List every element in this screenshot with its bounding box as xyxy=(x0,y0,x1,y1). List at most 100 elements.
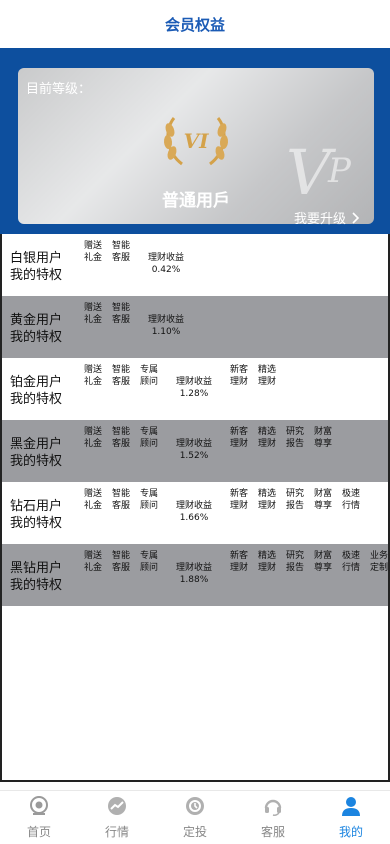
yield-value: 1.10% xyxy=(151,327,181,337)
tab-invest[interactable]: 定投 xyxy=(156,791,234,844)
bottom-tab-bar: 首页 行情 定投 客服 我的 xyxy=(0,790,390,844)
tab-headset[interactable]: 客服 xyxy=(234,791,312,844)
yield-label: 理财收益 xyxy=(175,501,212,511)
privilege-item: 业务定制 xyxy=(370,551,389,573)
privilege-item: 极速行情 xyxy=(342,489,361,511)
tier-name: 白银用户 我的特权 xyxy=(10,250,78,284)
privilege-item: 赠送礼金 xyxy=(84,303,103,325)
privilege-item: 研究报告 xyxy=(286,489,305,511)
emblem-text: VI xyxy=(184,129,210,153)
yield-label: 理财收益 xyxy=(175,439,212,449)
tier-title: 白银用户 xyxy=(10,251,63,266)
privilege-table: 白银用户 我的特权 赠送礼金 智能客服 理财收益 0.42% 黄金用户 我的特权 赠送礼金 智能客… xyxy=(0,234,390,782)
top-bar: 会员权益 xyxy=(0,0,390,48)
tier-title: 钻石用户 xyxy=(10,499,63,514)
yield-label: 理财收益 xyxy=(175,563,212,573)
privilege-item: 新客理财 xyxy=(230,551,249,573)
yield-cell: 理财收益 1.52% xyxy=(164,438,224,462)
privilege-item: 财富尊享 xyxy=(314,489,333,511)
tab-market[interactable]: 行情 xyxy=(78,791,156,844)
chevron-right-icon xyxy=(352,211,360,224)
privilege-item: 专属顾问 xyxy=(140,365,159,387)
tier-row: 黑钻用户 我的特权 赠送礼金 智能客服 专属顾问 理财收益 1.88% 新客理财 精选理财 研究报… xyxy=(2,544,388,606)
tab-label: 首页 xyxy=(26,825,51,839)
yield-value: 1.88% xyxy=(179,575,209,585)
privilege-item: 极速行情 xyxy=(342,551,361,573)
tab-label: 定投 xyxy=(182,825,207,839)
tier-row: 钻石用户 我的特权 赠送礼金 智能客服 专属顾问 理财收益 1.66% 新客理财 精选理财 研究报… xyxy=(2,482,388,544)
svg-text:P: P xyxy=(327,151,352,191)
privilege-item: 赠送礼金 xyxy=(84,427,103,449)
yield-value: 1.28% xyxy=(179,389,209,399)
tab-label: 客服 xyxy=(260,825,285,839)
member-banner: 目前等级： VI V P 普通用戶 我要升级 xyxy=(0,48,390,234)
privilege-item: 精选理财 xyxy=(258,365,277,387)
tier-name: 黄金用户 我的特权 xyxy=(10,312,78,346)
privilege-item: 新客理财 xyxy=(230,427,249,449)
yield-label: 理财收益 xyxy=(147,315,184,325)
page-title: 会员权益 xyxy=(164,15,225,34)
tab-label: 行情 xyxy=(104,825,129,839)
privilege-item: 精选理财 xyxy=(258,427,277,449)
headset-icon xyxy=(262,795,284,821)
privilege-item: 财富尊享 xyxy=(314,551,333,573)
invest-icon xyxy=(184,795,206,821)
privilege-item: 研究报告 xyxy=(286,427,305,449)
yield-cell: 理财收益 1.28% xyxy=(164,376,224,400)
home-icon xyxy=(28,795,50,821)
tier-title: 黑金用户 xyxy=(10,437,63,452)
tier-row: 白银用户 我的特权 赠送礼金 智能客服 理财收益 0.42% xyxy=(2,234,388,296)
tier-title: 黄金用户 xyxy=(10,313,63,328)
market-icon xyxy=(106,795,128,821)
privilege-item: 赠送礼金 xyxy=(84,551,103,573)
tier-subtitle: 我的特权 xyxy=(10,392,63,407)
current-level-label: 目前等级： xyxy=(26,82,92,97)
privilege-item: 财富尊享 xyxy=(314,427,333,449)
yield-cell: 理财收益 1.66% xyxy=(164,500,224,524)
privilege-item: 专属顾问 xyxy=(140,489,159,511)
privilege-item: 智能客服 xyxy=(112,241,131,263)
privilege-item: 智能客服 xyxy=(112,489,131,511)
privilege-item: 新客理财 xyxy=(230,365,249,387)
laurel-emblem-icon: VI xyxy=(163,117,229,166)
yield-value: 1.66% xyxy=(179,513,209,523)
privilege-item: 专属顾问 xyxy=(140,551,159,573)
yield-cell: 理财收益 1.88% xyxy=(164,562,224,586)
tier-row: 黄金用户 我的特权 赠送礼金 智能客服 理财收益 1.10% xyxy=(2,296,388,358)
yield-cell: 理财收益 0.42% xyxy=(136,252,196,276)
membership-card: 目前等级： VI V P 普通用戶 xyxy=(18,68,374,224)
privilege-item: 智能客服 xyxy=(112,303,131,325)
privilege-item: 精选理财 xyxy=(258,489,277,511)
yield-value: 1.52% xyxy=(179,451,209,461)
tab-home[interactable]: 首页 xyxy=(0,791,78,844)
tier-title: 黑钻用户 xyxy=(10,561,63,576)
privilege-item: 智能客服 xyxy=(112,365,131,387)
privilege-item: 赠送礼金 xyxy=(84,489,103,511)
upgrade-button[interactable]: 我要升级 xyxy=(294,208,360,227)
privilege-item: 新客理财 xyxy=(230,489,249,511)
tier-subtitle: 我的特权 xyxy=(10,330,63,345)
privilege-item: 智能客服 xyxy=(112,551,131,573)
tier-subtitle: 我的特权 xyxy=(10,454,63,469)
yield-cell: 理财收益 1.10% xyxy=(136,314,196,338)
tier-subtitle: 我的特权 xyxy=(10,268,63,283)
yield-label: 理财收益 xyxy=(175,377,212,387)
tier-name: 铂金用户 我的特权 xyxy=(10,374,78,408)
privilege-item: 研究报告 xyxy=(286,551,305,573)
tier-name: 钻石用户 我的特权 xyxy=(10,498,78,532)
tier-title: 铂金用户 xyxy=(10,375,63,390)
privilege-item: 专属顾问 xyxy=(140,427,159,449)
user-icon xyxy=(340,795,362,821)
tab-label: 我的 xyxy=(338,825,363,839)
tier-name: 黑金用户 我的特权 xyxy=(10,436,78,470)
tier-subtitle: 我的特权 xyxy=(10,578,63,593)
tier-row: 铂金用户 我的特权 赠送礼金 智能客服 专属顾问 理财收益 1.28% 新客理财 精选理财 xyxy=(2,358,388,420)
yield-label: 理财收益 xyxy=(147,253,184,263)
tier-row: 黑金用户 我的特权 赠送礼金 智能客服 专属顾问 理财收益 1.52% 新客理财 精选理财 研究报… xyxy=(2,420,388,482)
tab-user[interactable]: 我的 xyxy=(312,791,390,844)
tier-subtitle: 我的特权 xyxy=(10,516,63,531)
upgrade-label: 我要升级 xyxy=(294,212,347,227)
tier-name: 黑钻用户 我的特权 xyxy=(10,560,78,594)
privilege-item: 赠送礼金 xyxy=(84,365,103,387)
privilege-item: 赠送礼金 xyxy=(84,241,103,263)
